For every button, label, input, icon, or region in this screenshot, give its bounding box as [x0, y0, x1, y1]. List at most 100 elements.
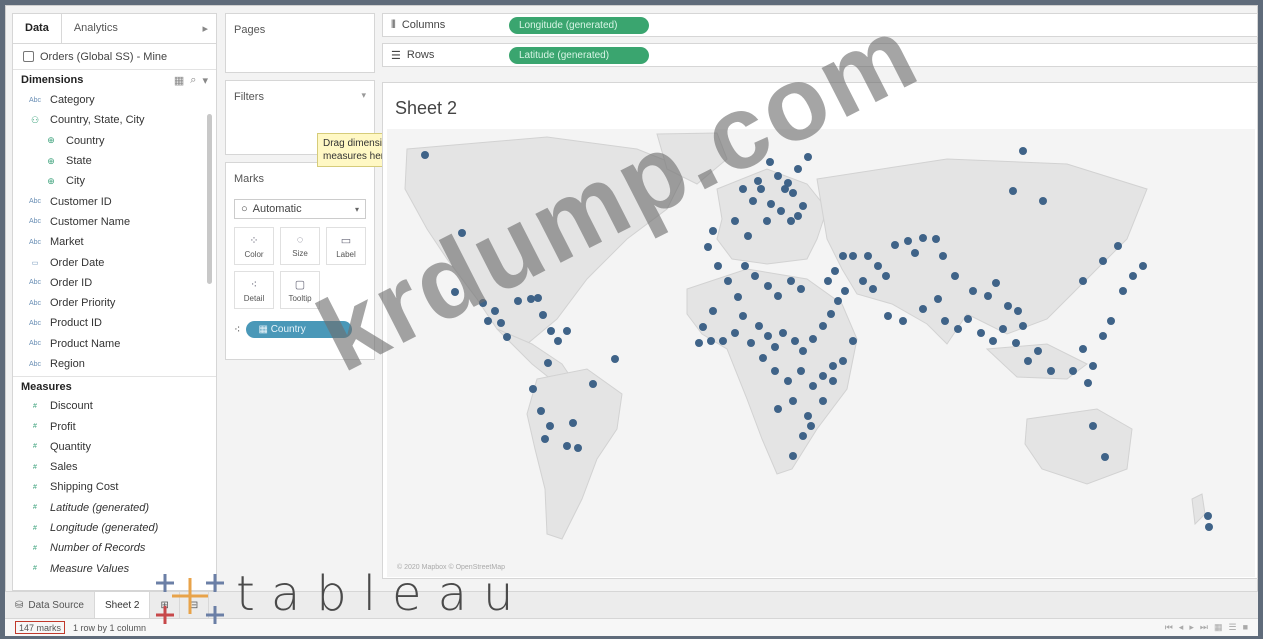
country-mark[interactable]: [774, 292, 782, 300]
country-mark[interactable]: [787, 277, 795, 285]
country-pill[interactable]: ▦ Country: [246, 321, 353, 338]
country-mark[interactable]: [789, 397, 797, 405]
country-mark[interactable]: [451, 288, 459, 296]
country-mark[interactable]: [951, 272, 959, 280]
country-mark[interactable]: [809, 382, 817, 390]
country-mark[interactable]: [1012, 339, 1020, 347]
country-mark[interactable]: [763, 217, 771, 225]
country-mark[interactable]: [569, 419, 577, 427]
sheet-title[interactable]: Sheet 2: [395, 98, 457, 119]
dimension-field[interactable]: Abc Customer Name: [13, 212, 216, 232]
measure-field[interactable]: # Quantity: [13, 437, 216, 457]
country-mark[interactable]: [859, 277, 867, 285]
country-mark[interactable]: [563, 442, 571, 450]
country-mark[interactable]: [771, 343, 779, 351]
country-mark[interactable]: [884, 312, 892, 320]
datasource-item[interactable]: Orders (Global SS) - Mine: [13, 44, 216, 70]
country-mark[interactable]: [807, 422, 815, 430]
dimension-field[interactable]: Abc Order ID: [13, 273, 216, 293]
list-view-icon[interactable]: ☰: [1228, 622, 1236, 633]
country-mark[interactable]: [794, 165, 802, 173]
tab-analytics[interactable]: Analytics: [62, 14, 130, 43]
country-mark[interactable]: [787, 217, 795, 225]
country-mark[interactable]: [819, 397, 827, 405]
country-mark[interactable]: [1107, 317, 1115, 325]
country-mark[interactable]: [1204, 512, 1212, 520]
country-mark[interactable]: [1114, 242, 1122, 250]
country-mark[interactable]: [479, 299, 487, 307]
country-mark[interactable]: [1205, 523, 1213, 531]
rows-shelf[interactable]: ☰ Rows Latitude (generated): [382, 43, 1258, 67]
country-mark[interactable]: [1047, 367, 1055, 375]
country-mark[interactable]: [804, 412, 812, 420]
measure-field[interactable]: # Number of Records: [13, 538, 216, 558]
mark-type-select[interactable]: ○ Automatic ▾: [234, 199, 366, 219]
dimension-field[interactable]: Abc Region: [13, 354, 216, 374]
country-mark[interactable]: [749, 197, 757, 205]
dimension-field[interactable]: Abc Product ID: [13, 313, 216, 333]
country-mark[interactable]: [939, 252, 947, 260]
country-mark[interactable]: [882, 272, 890, 280]
country-mark[interactable]: [774, 405, 782, 413]
chevron-down-icon[interactable]: ▾: [361, 90, 366, 101]
measure-field[interactable]: # Latitude (generated): [13, 498, 216, 518]
dimension-field[interactable]: Abc Product Name: [13, 334, 216, 354]
country-mark[interactable]: [804, 153, 812, 161]
country-mark[interactable]: [1101, 453, 1109, 461]
color-button[interactable]: ⁘ Color: [234, 227, 274, 265]
country-mark[interactable]: [827, 310, 835, 318]
country-mark[interactable]: [934, 295, 942, 303]
country-mark[interactable]: [824, 277, 832, 285]
country-mark[interactable]: [919, 305, 927, 313]
country-mark[interactable]: [941, 317, 949, 325]
country-mark[interactable]: [544, 359, 552, 367]
country-mark[interactable]: [784, 377, 792, 385]
country-mark[interactable]: [1039, 197, 1047, 205]
country-mark[interactable]: [911, 249, 919, 257]
country-mark[interactable]: [755, 322, 763, 330]
longitude-pill[interactable]: Longitude (generated): [509, 16, 649, 34]
country-mark[interactable]: [751, 272, 759, 280]
country-mark[interactable]: [999, 325, 1007, 333]
country-mark[interactable]: [797, 285, 805, 293]
country-mark[interactable]: [1079, 277, 1087, 285]
country-mark[interactable]: [779, 329, 787, 337]
country-mark[interactable]: [899, 317, 907, 325]
country-mark[interactable]: [1079, 345, 1087, 353]
country-mark[interactable]: [834, 297, 842, 305]
dimension-field[interactable]: ▭ Order Date: [13, 252, 216, 272]
country-mark[interactable]: [1129, 272, 1137, 280]
country-mark[interactable]: [491, 307, 499, 315]
country-mark[interactable]: [969, 287, 977, 295]
filmstrip-view-icon[interactable]: ■: [1243, 622, 1248, 633]
country-mark[interactable]: [484, 317, 492, 325]
country-mark[interactable]: [874, 262, 882, 270]
chevron-right-icon[interactable]: ▸: [194, 14, 216, 43]
scrollbar[interactable]: [207, 114, 212, 284]
pages-shelf[interactable]: Pages: [225, 13, 375, 73]
country-mark[interactable]: [1009, 187, 1017, 195]
country-mark[interactable]: [771, 367, 779, 375]
country-mark[interactable]: [819, 322, 827, 330]
country-mark[interactable]: [1004, 302, 1012, 310]
country-mark[interactable]: [527, 295, 535, 303]
country-mark[interactable]: [767, 200, 775, 208]
country-mark[interactable]: [709, 307, 717, 315]
country-mark[interactable]: [774, 172, 782, 180]
country-mark[interactable]: [757, 185, 765, 193]
country-mark[interactable]: [1019, 322, 1027, 330]
country-mark[interactable]: [514, 297, 522, 305]
country-mark[interactable]: [497, 319, 505, 327]
country-mark[interactable]: [992, 279, 1000, 287]
dimension-field[interactable]: Abc Order Priority: [13, 293, 216, 313]
country-mark[interactable]: [954, 325, 962, 333]
tooltip-button[interactable]: ▢ Tooltip: [280, 271, 320, 309]
country-mark[interactable]: [704, 243, 712, 251]
country-mark[interactable]: [829, 362, 837, 370]
view-toggle-icon[interactable]: ▦: [174, 74, 184, 87]
country-mark[interactable]: [699, 323, 707, 331]
measure-field[interactable]: # Shipping Cost: [13, 477, 216, 497]
country-mark[interactable]: [747, 339, 755, 347]
measure-field[interactable]: # Discount: [13, 396, 216, 416]
country-mark[interactable]: [799, 202, 807, 210]
